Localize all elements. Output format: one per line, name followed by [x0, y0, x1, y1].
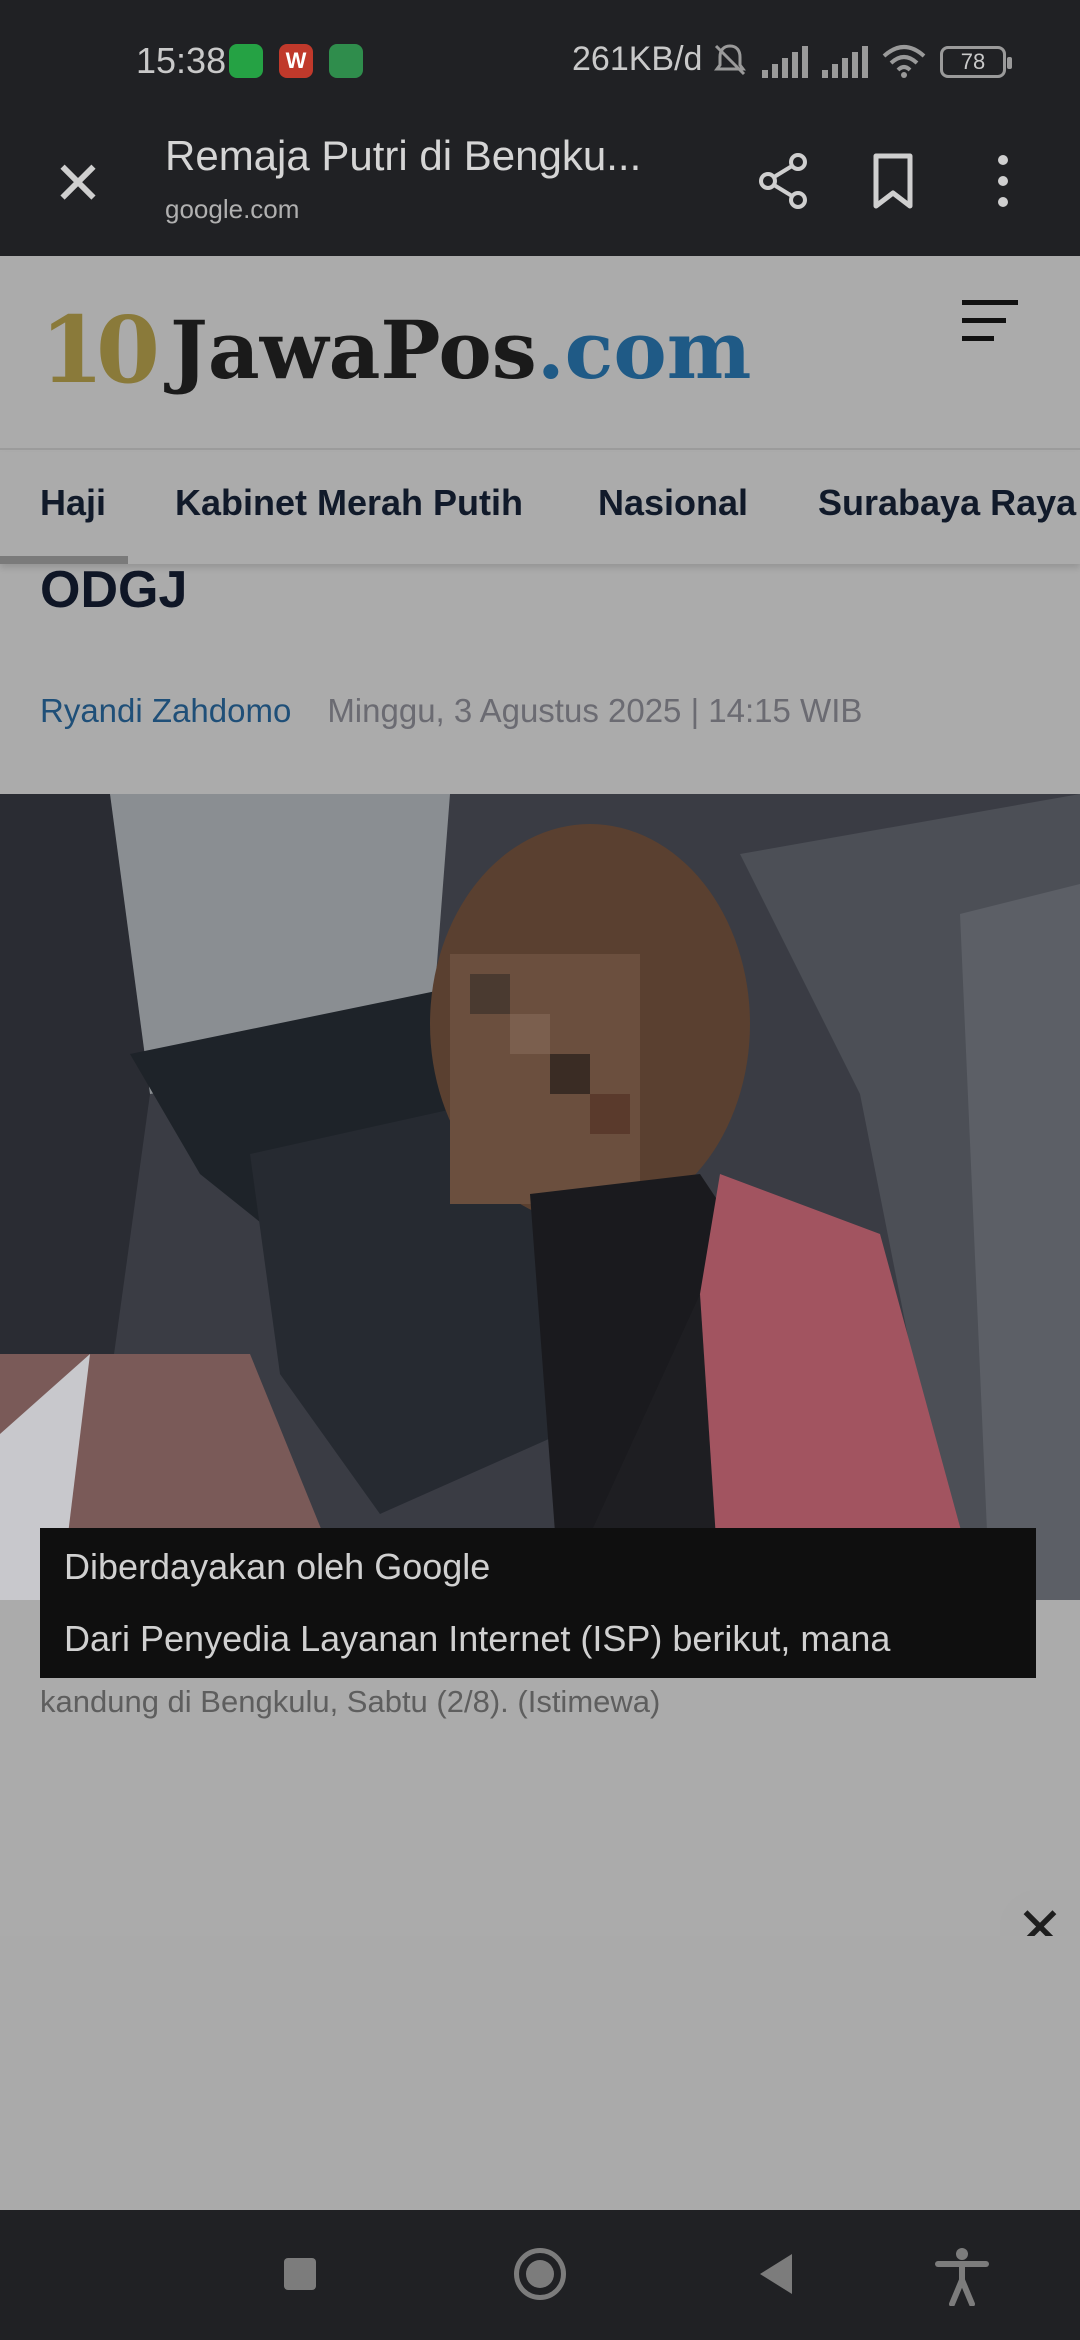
accessibility-icon[interactable]	[934, 2246, 990, 2306]
navigation-bar	[0, 2210, 1080, 2340]
author-link[interactable]: Ryandi Zahdomo	[40, 692, 291, 729]
publish-date: Minggu, 3 Agustus 2025 | 14:15 WIB	[327, 692, 863, 729]
site-logo[interactable]: 10 JawaPos .com	[40, 296, 751, 404]
signal-icon	[822, 44, 868, 78]
status-time: 15:38	[136, 40, 227, 81]
hamburger-icon[interactable]	[962, 300, 1018, 350]
wps-icon: W	[279, 44, 313, 78]
article-photo	[0, 794, 1080, 1600]
status-bar: 15:38 W 261KB/d 78	[0, 0, 1080, 124]
tab-surabaya-raya[interactable]: Surabaya Raya	[818, 482, 1076, 524]
site-header: 10 JawaPos .com	[0, 256, 1080, 450]
tab-nasional[interactable]: Nasional	[598, 482, 748, 524]
page-title: Remaja Putri di Bengku...	[165, 132, 642, 179]
home-icon[interactable]	[514, 2248, 566, 2300]
wifi-icon	[882, 45, 926, 78]
anniversary-logo: 10	[40, 296, 160, 404]
ad-banner[interactable]: Diberdayakan oleh Google Dari Penyedia L…	[40, 1528, 1036, 1678]
logo-brand: JawaPos	[170, 303, 537, 397]
signal-icon	[762, 44, 808, 78]
network-speed: 261KB/d	[572, 40, 703, 78]
share-icon[interactable]	[748, 146, 818, 216]
page-url: google.com	[165, 194, 300, 224]
category-nav: Haji Kabinet Merah Putih Nasional Suraba…	[0, 452, 1080, 564]
battery-icon: 78	[940, 46, 1012, 78]
recents-icon[interactable]	[284, 2258, 316, 2290]
tab-haji[interactable]: Haji	[40, 482, 106, 524]
puzzle-icon	[329, 44, 363, 78]
ad-powered-by: Diberdayakan oleh Google	[64, 1546, 491, 1587]
back-icon[interactable]	[760, 2254, 792, 2294]
close-icon[interactable]: ✕	[46, 152, 110, 216]
web-page: 10 JawaPos .com Haji Kabinet Merah Putih…	[0, 256, 1080, 1936]
logo-tld: .com	[536, 303, 752, 397]
whatsapp-icon	[229, 44, 263, 78]
status-icons	[712, 42, 926, 78]
article-byline: Ryandi Zahdomo Minggu, 3 Agustus 2025 | 1…	[40, 692, 862, 730]
ad-text[interactable]: Dari Penyedia Layanan Internet (ISP) ber…	[64, 1618, 890, 1660]
browser-toolbar: ✕ Remaja Putri di Bengku... google.com	[0, 124, 1080, 256]
mute-icon	[714, 44, 746, 76]
blank-overlay-area	[0, 1936, 1080, 2210]
bookmark-icon[interactable]	[858, 146, 928, 216]
tab-kabinet-merah-putih[interactable]: Kabinet Merah Putih	[175, 482, 523, 524]
article-headline: ODGJ	[40, 561, 188, 619]
more-icon[interactable]	[968, 146, 1038, 216]
